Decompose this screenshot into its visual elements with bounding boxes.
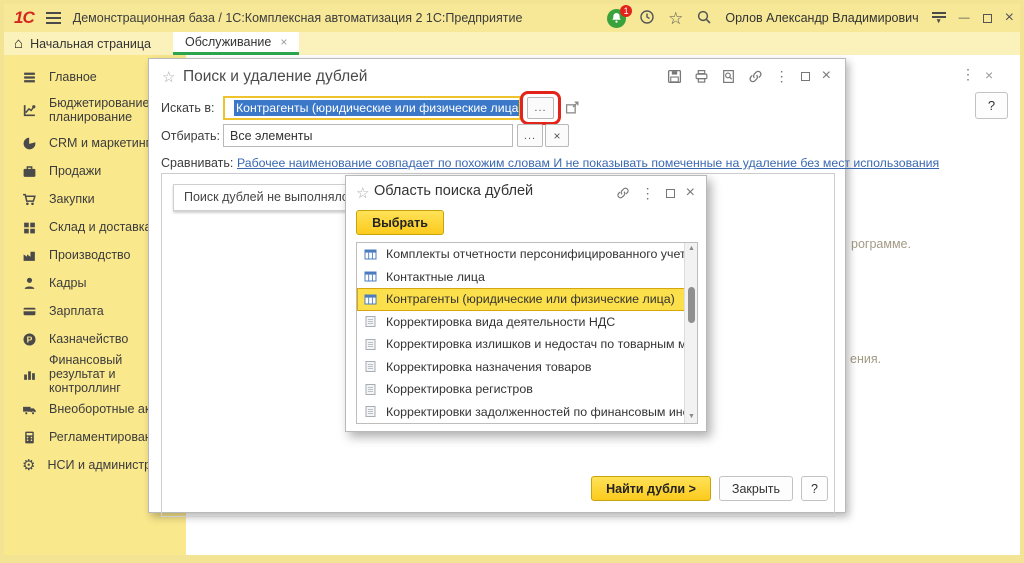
main-menu-icon[interactable] xyxy=(46,12,61,24)
modal-title: Область поиска дублей xyxy=(374,183,533,199)
save-icon[interactable] xyxy=(667,69,682,84)
briefcase-icon xyxy=(22,164,37,179)
notifications-bell-icon[interactable]: 1 xyxy=(607,9,626,28)
compare-rule-link[interactable]: Рабочее наименование совпадает по похожи… xyxy=(237,151,939,175)
maximize-button[interactable] xyxy=(983,11,992,26)
catalog-icon xyxy=(364,248,377,261)
get-link-icon[interactable] xyxy=(616,186,630,200)
search-scope-modal: ☆ Область поиска дублей ⋮ × Выбрать Комп… xyxy=(345,175,707,432)
catalog-icon xyxy=(364,270,377,283)
covered-text-fragment-bottom: ения. xyxy=(850,352,881,366)
filter-label: Отбирать: xyxy=(161,124,220,148)
document-icon xyxy=(364,338,377,351)
pie-chart-icon xyxy=(22,136,37,151)
close-app-button[interactable]: × xyxy=(1005,9,1014,27)
current-user[interactable]: Орлов Александр Владимирович xyxy=(725,11,918,25)
compare-label: Сравнивать: xyxy=(161,151,233,175)
filter-clear-button[interactable]: × xyxy=(545,124,569,147)
app-window: 1С Демонстрационная база / 1С:Комплексна… xyxy=(0,0,1024,563)
more-menu-icon[interactable]: ⋮ xyxy=(775,69,789,83)
list-item[interactable]: Корректировка излишков и недостач по тов… xyxy=(357,333,697,356)
scroll-up-icon[interactable]: ▲ xyxy=(685,243,698,255)
form-help-button[interactable]: ? xyxy=(801,476,828,501)
document-icon xyxy=(364,405,377,418)
filter-choose-button[interactable]: ... xyxy=(517,124,543,147)
1c-logo: 1С xyxy=(14,8,34,28)
filter-value: Все элементы xyxy=(230,129,313,143)
search-in-value: Контрагенты (юридические или физические … xyxy=(234,100,521,116)
favorite-star-icon[interactable]: ☆ xyxy=(162,68,175,86)
minimize-button[interactable]: — xyxy=(959,12,970,24)
home-icon: ⌂ xyxy=(14,35,23,52)
document-icon xyxy=(364,360,377,373)
notification-badge: 1 xyxy=(620,5,632,17)
background-close-icon[interactable]: × xyxy=(985,67,993,83)
maximize-window-icon[interactable] xyxy=(666,189,675,198)
background-more-menu-icon[interactable]: ⋮ xyxy=(961,66,975,83)
bar-chart-icon xyxy=(22,367,37,382)
list-item-selected[interactable]: Контрагенты (юридические или физические … xyxy=(357,288,697,311)
home-label: Начальная страница xyxy=(30,37,151,51)
home-page-tab[interactable]: ⌂ Начальная страница xyxy=(14,32,173,55)
list-item[interactable]: Корректировка назначения товаров xyxy=(357,356,697,379)
list-item[interactable]: Комплекты отчетности персонифицированног… xyxy=(357,243,697,266)
tab-label: Обслуживание xyxy=(185,35,271,49)
ruble-circle-icon: Р xyxy=(22,332,37,347)
search-in-label: Искать в: xyxy=(161,96,214,120)
find-duplicates-button[interactable]: Найти дубли > xyxy=(591,476,711,501)
maximize-window-icon[interactable] xyxy=(801,72,810,81)
gear-icon: ⚙ xyxy=(22,456,35,474)
preview-icon[interactable] xyxy=(721,69,736,84)
search-icon[interactable] xyxy=(696,9,712,28)
calculator-icon xyxy=(22,430,37,445)
print-icon[interactable] xyxy=(694,69,709,84)
window-title: Поиск и удаление дублей xyxy=(183,68,367,86)
document-icon xyxy=(364,315,377,328)
planning-chart-icon xyxy=(22,103,37,118)
service-menu-icon[interactable]: ▾ xyxy=(932,12,946,24)
list-scrollbar[interactable]: ▲ ▼ xyxy=(684,243,697,423)
titlebar: 1С Демонстрационная база / 1С:Комплексна… xyxy=(4,4,1020,32)
list-item[interactable]: Корректировки задолженностей по финансов… xyxy=(357,401,697,424)
warehouse-grid-icon xyxy=(22,220,37,235)
app-title: Демонстрационная база / 1С:Комплексная а… xyxy=(73,11,523,25)
more-menu-icon[interactable]: ⋮ xyxy=(641,186,655,200)
factory-icon xyxy=(22,248,37,263)
tab-close-icon[interactable]: × xyxy=(280,35,287,49)
close-window-icon[interactable]: × xyxy=(686,185,695,201)
filter-field[interactable]: Все элементы xyxy=(223,124,513,147)
select-button[interactable]: Выбрать xyxy=(356,210,444,235)
scope-list: Комплекты отчетности персонифицированног… xyxy=(356,242,698,424)
favorites-star-icon[interactable]: ☆ xyxy=(668,10,683,27)
search-in-field[interactable]: Контрагенты (юридические или физические … xyxy=(223,96,521,120)
favorite-star-icon[interactable]: ☆ xyxy=(356,184,369,202)
history-icon[interactable] xyxy=(639,9,655,28)
bank-card-icon xyxy=(22,304,37,319)
tab-bar: ⌂ Начальная страница Обслуживание × xyxy=(4,32,1020,55)
list-item[interactable]: Контактные лица xyxy=(357,266,697,289)
person-icon xyxy=(22,276,37,291)
scrollbar-thumb[interactable] xyxy=(688,287,695,323)
list-item[interactable]: Корректировка вида деятельности НДС xyxy=(357,311,697,334)
menu-lines-icon xyxy=(22,70,37,85)
scroll-down-icon[interactable]: ▼ xyxy=(685,411,698,423)
get-link-icon[interactable] xyxy=(748,69,763,84)
document-icon xyxy=(364,383,377,396)
close-form-button[interactable]: Закрыть xyxy=(719,476,793,501)
covered-text-fragment-top: рограмме. xyxy=(851,237,911,251)
list-item[interactable]: Корректировка регистров xyxy=(357,378,697,401)
close-window-icon[interactable]: × xyxy=(822,68,831,84)
open-in-window-icon[interactable] xyxy=(565,100,580,120)
tab-maintenance[interactable]: Обслуживание × xyxy=(173,32,299,55)
cart-icon xyxy=(22,192,37,207)
background-help-button[interactable]: ? xyxy=(975,92,1008,119)
truck-icon xyxy=(22,402,37,417)
catalog-icon xyxy=(364,293,377,306)
search-in-choose-button[interactable]: ... xyxy=(527,97,554,119)
svg-text:Р: Р xyxy=(27,334,33,344)
